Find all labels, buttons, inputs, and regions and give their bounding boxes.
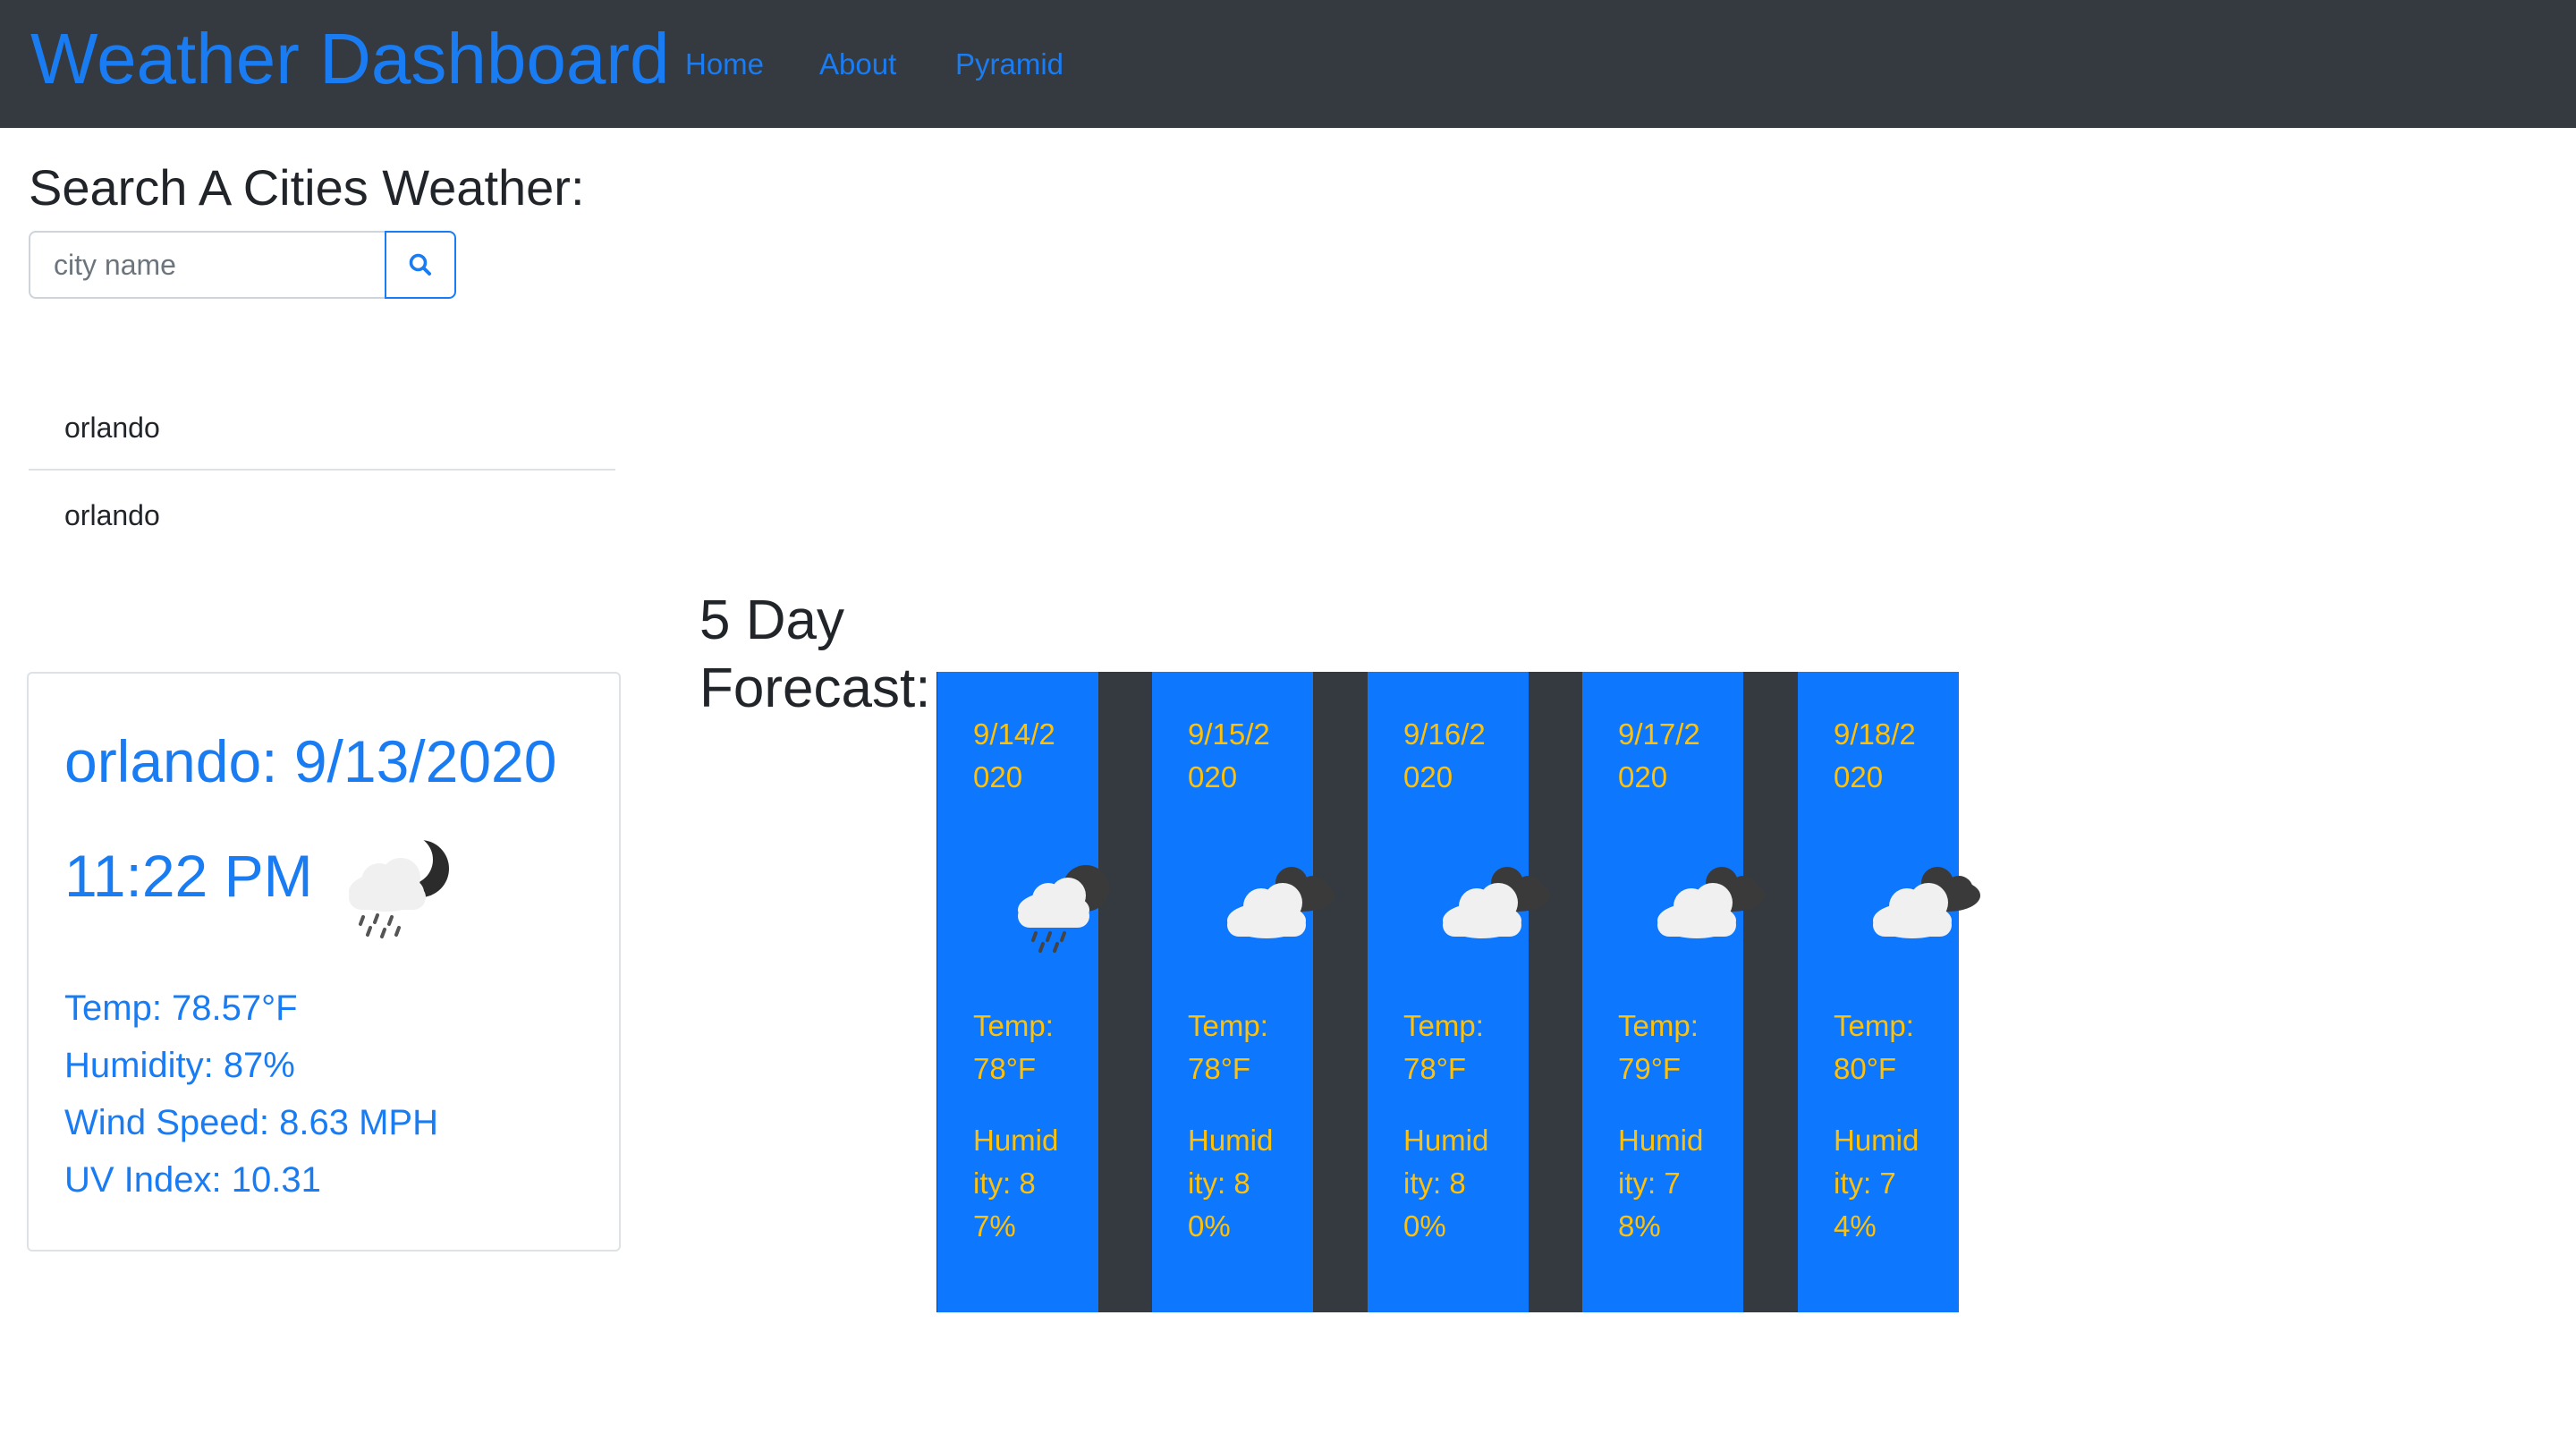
current-humidity: Humidity: 87% <box>64 1046 295 1085</box>
nav-link-about[interactable]: About <box>819 45 896 84</box>
forecast-date: 9/16/2020 <box>1403 717 1486 793</box>
night-rain-cloud-icon <box>333 826 476 955</box>
forecast-temp: Temp: 78°F <box>1403 1009 1484 1085</box>
forecast-humidity: Humidity: 87% <box>973 1124 1059 1243</box>
broken-clouds-icon <box>1643 851 1777 963</box>
current-uv-index: UV Index: 10.31 <box>64 1160 321 1200</box>
search-button[interactable] <box>385 231 456 299</box>
forecast-temp: Temp: 78°F <box>973 1009 1054 1085</box>
city-search-input[interactable] <box>29 231 386 299</box>
current-wind-speed: Wind Speed: 8.63 MPH <box>64 1103 438 1142</box>
forecast-card: 9/14/2020 Temp: 78°F Humidity: 87% <box>937 672 1109 1312</box>
forecast-heading: 5 Day Forecast: <box>699 590 931 719</box>
brand-title[interactable]: Weather Dashboard <box>30 16 670 102</box>
broken-clouds-icon <box>1428 851 1563 963</box>
forecast-temp: Temp: 79°F <box>1618 1009 1699 1085</box>
forecast-temp: Temp: 78°F <box>1188 1009 1268 1085</box>
history-item[interactable]: orlando <box>29 385 615 471</box>
broken-clouds-icon <box>1213 851 1347 963</box>
forecast-temp: Temp: 80°F <box>1834 1009 1914 1085</box>
search-heading: Search A Cities Weather: <box>29 159 585 216</box>
forecast-humidity: Humidity: 74% <box>1834 1124 1919 1243</box>
forecast-humidity: Humidity: 80% <box>1188 1124 1274 1243</box>
forecast-date: 9/15/2020 <box>1188 717 1270 793</box>
nav-link-home[interactable]: Home <box>685 45 764 84</box>
forecast-date: 9/18/2020 <box>1834 717 1916 793</box>
current-city-date: orlando: 9/13/2020 <box>64 728 557 794</box>
forecast-card: 9/17/2020 Temp: 79°F Humidity: 78% <box>1582 672 1765 1312</box>
forecast-card: 9/15/2020 Temp: 78°F Humidity: 80% <box>1152 672 1335 1312</box>
forecast-date: 9/14/2020 <box>973 717 1055 793</box>
forecast-humidity: Humidity: 78% <box>1618 1124 1704 1243</box>
nav-link-pyramid[interactable]: Pyramid <box>955 45 1063 84</box>
forecast-card: 9/16/2020 Temp: 78°F Humidity: 80% <box>1368 672 1550 1312</box>
forecast-humidity: Humidity: 80% <box>1403 1124 1489 1243</box>
search-icon <box>386 251 454 278</box>
current-weather-card: orlando: 9/13/2020 11:22 PM Temp: 78.57°… <box>27 672 621 1252</box>
navbar: Weather Dashboard Home About Pyramid <box>0 0 2576 128</box>
broken-clouds-icon <box>1859 851 1993 963</box>
current-time: 11:22 PM <box>64 843 313 909</box>
current-temp: Temp: 78.57°F <box>64 989 298 1028</box>
history-item[interactable]: orlando <box>29 472 615 558</box>
forecast-card: 9/18/2020 Temp: 80°F Humidity: 74% <box>1798 672 1980 1312</box>
rain-cloud-icon <box>1009 851 1143 963</box>
forecast-date: 9/17/2020 <box>1618 717 1700 793</box>
